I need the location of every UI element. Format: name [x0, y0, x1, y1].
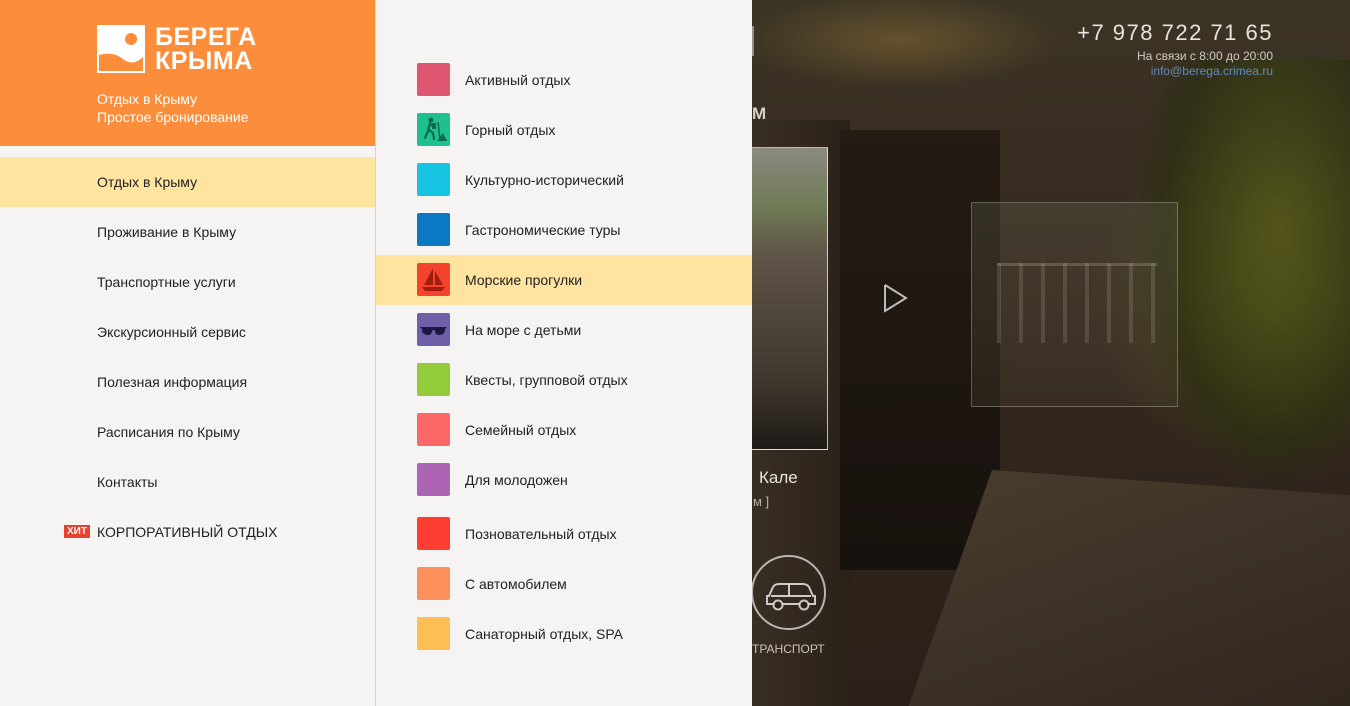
working-hours: На связи с 8:00 до 20:00	[1136, 49, 1273, 63]
nav-item-excursions[interactable]: Экскурсионный сервис	[0, 307, 375, 357]
submenu-panel: Активный отдых Горный отдых Культурно-ис…	[376, 0, 752, 706]
tour-title: Кале	[759, 468, 798, 487]
nav-item-schedules[interactable]: Расписания по Крыму	[0, 407, 375, 457]
category-color-icon	[417, 163, 450, 196]
category-color-icon	[417, 213, 450, 246]
submenu-item-spa[interactable]: Санаторный отдых, SPA	[376, 609, 752, 659]
submenu-item-label: Культурно-исторический	[465, 172, 624, 188]
logo-line-2: КРЫМА	[155, 47, 253, 75]
tagline-line-1: Отдых в Крыму	[97, 91, 198, 107]
submenu-item-label: На море с детьми	[465, 322, 582, 338]
submenu-item-label: Морские прогулки	[465, 272, 583, 288]
submenu-item-family[interactable]: Семейный отдых	[376, 405, 752, 455]
nav-item-corporate[interactable]: ХИТ КОРПОРАТИВНЫЙ ОТДЫХ	[0, 507, 375, 557]
submenu-item-quests[interactable]: Квесты, групповой отдых	[376, 355, 752, 405]
transport-label[interactable]: ТРАНСПОРТ	[752, 642, 825, 656]
hiker-icon	[417, 113, 450, 146]
category-color-icon	[417, 463, 450, 496]
submenu-item-label: Семейный отдых	[465, 422, 577, 438]
submenu-item-label: С автомобилем	[465, 576, 567, 592]
car-icon	[766, 583, 816, 611]
transport-button[interactable]	[751, 555, 826, 630]
logo[interactable]: БЕРЕГА КРЫМА	[97, 23, 257, 75]
phone-number[interactable]: +7 978 722 71 65	[1077, 20, 1273, 46]
submenu-item-educational[interactable]: Позновательный отдых	[376, 509, 752, 559]
brand-header: БЕРЕГА КРЫМА Отдых в Крыму Простое брони…	[0, 0, 375, 146]
submenu-item-label: Активный отдых	[465, 72, 571, 88]
nav-item-label: Контакты	[97, 474, 158, 490]
category-color-icon	[417, 363, 450, 396]
nav-item-transport[interactable]: Транспортные услуги	[0, 257, 375, 307]
contact-block: +7 978 722 71 65 На связи с 8:00 до 20:0…	[1077, 20, 1273, 78]
category-color-icon	[417, 617, 450, 650]
logo-mark-icon	[97, 25, 145, 73]
tour-subtitle: м ]	[753, 494, 770, 509]
tour-thumbnail-next[interactable]	[971, 202, 1178, 407]
category-color-icon	[417, 63, 450, 96]
nav-item-useful-info[interactable]: Полезная информация	[0, 357, 375, 407]
nav-item-rest-in-crimea[interactable]: Отдых в Крыму	[0, 157, 375, 207]
section-title-fragment: М	[752, 104, 767, 123]
nav-item-label: Проживание в Крыму	[97, 224, 237, 240]
main-nav: Отдых в Крыму Проживание в Крыму Транспо…	[0, 157, 375, 557]
logo-line-1: БЕРЕГА	[155, 23, 257, 51]
sailboat-icon	[417, 263, 450, 296]
submenu-item-sea-kids[interactable]: На море с детьми	[376, 305, 752, 355]
tour-thumbnail[interactable]	[745, 147, 828, 450]
nav-item-label: Расписания по Крыму	[97, 424, 240, 440]
tagline: Отдых в Крыму Простое бронирование	[97, 90, 248, 126]
submenu-item-sea-trips[interactable]: Морские прогулки	[376, 255, 752, 305]
submenu-item-label: Квесты, групповой отдых	[465, 372, 628, 388]
submenu-item-mountain[interactable]: Горный отдых	[376, 105, 752, 155]
category-color-icon	[417, 413, 450, 446]
submenu-item-label: Санаторный отдых, SPA	[465, 626, 624, 642]
submenu-item-label: Для молодожен	[465, 472, 568, 488]
submenu-item-newlyweds[interactable]: Для молодожен	[376, 455, 752, 505]
next-arrow-icon[interactable]	[880, 282, 910, 314]
category-color-icon	[417, 517, 450, 550]
nav-item-label: Отдых в Крыму	[97, 174, 198, 190]
submenu-item-label: Позновательный отдых	[465, 526, 617, 542]
sunglasses-icon	[417, 313, 450, 346]
arches-shape	[997, 263, 1157, 343]
submenu-list: Активный отдых Горный отдых Культурно-ис…	[376, 55, 752, 659]
nav-item-accommodation[interactable]: Проживание в Крыму	[0, 207, 375, 257]
logo-text: БЕРЕГА КРЫМА	[155, 23, 257, 75]
nav-item-label: Полезная информация	[97, 374, 248, 390]
submenu-item-cultural[interactable]: Культурно-исторический	[376, 155, 752, 205]
submenu-item-active-rest[interactable]: Активный отдых	[376, 55, 752, 105]
submenu-item-label: Горный отдых	[465, 122, 556, 138]
main-menu-panel: БЕРЕГА КРЫМА Отдых в Крыму Простое брони…	[0, 0, 376, 706]
submenu-item-gastro[interactable]: Гастрономические туры	[376, 205, 752, 255]
nav-item-label: Транспортные услуги	[97, 274, 236, 290]
nav-item-label: КОРПОРАТИВНЫЙ ОТДЫХ	[97, 524, 278, 540]
email-link[interactable]: info@berega.crimea.ru	[1077, 64, 1273, 78]
submenu-item-label: Гастрономические туры	[465, 222, 621, 238]
category-color-icon	[417, 567, 450, 600]
hit-badge: ХИТ	[64, 525, 90, 538]
tagline-line-2: Простое бронирование	[97, 109, 249, 125]
nav-item-label: Экскурсионный сервис	[97, 324, 246, 340]
submenu-item-by-car[interactable]: С автомобилем	[376, 559, 752, 609]
nav-item-contacts[interactable]: Контакты	[0, 457, 375, 507]
